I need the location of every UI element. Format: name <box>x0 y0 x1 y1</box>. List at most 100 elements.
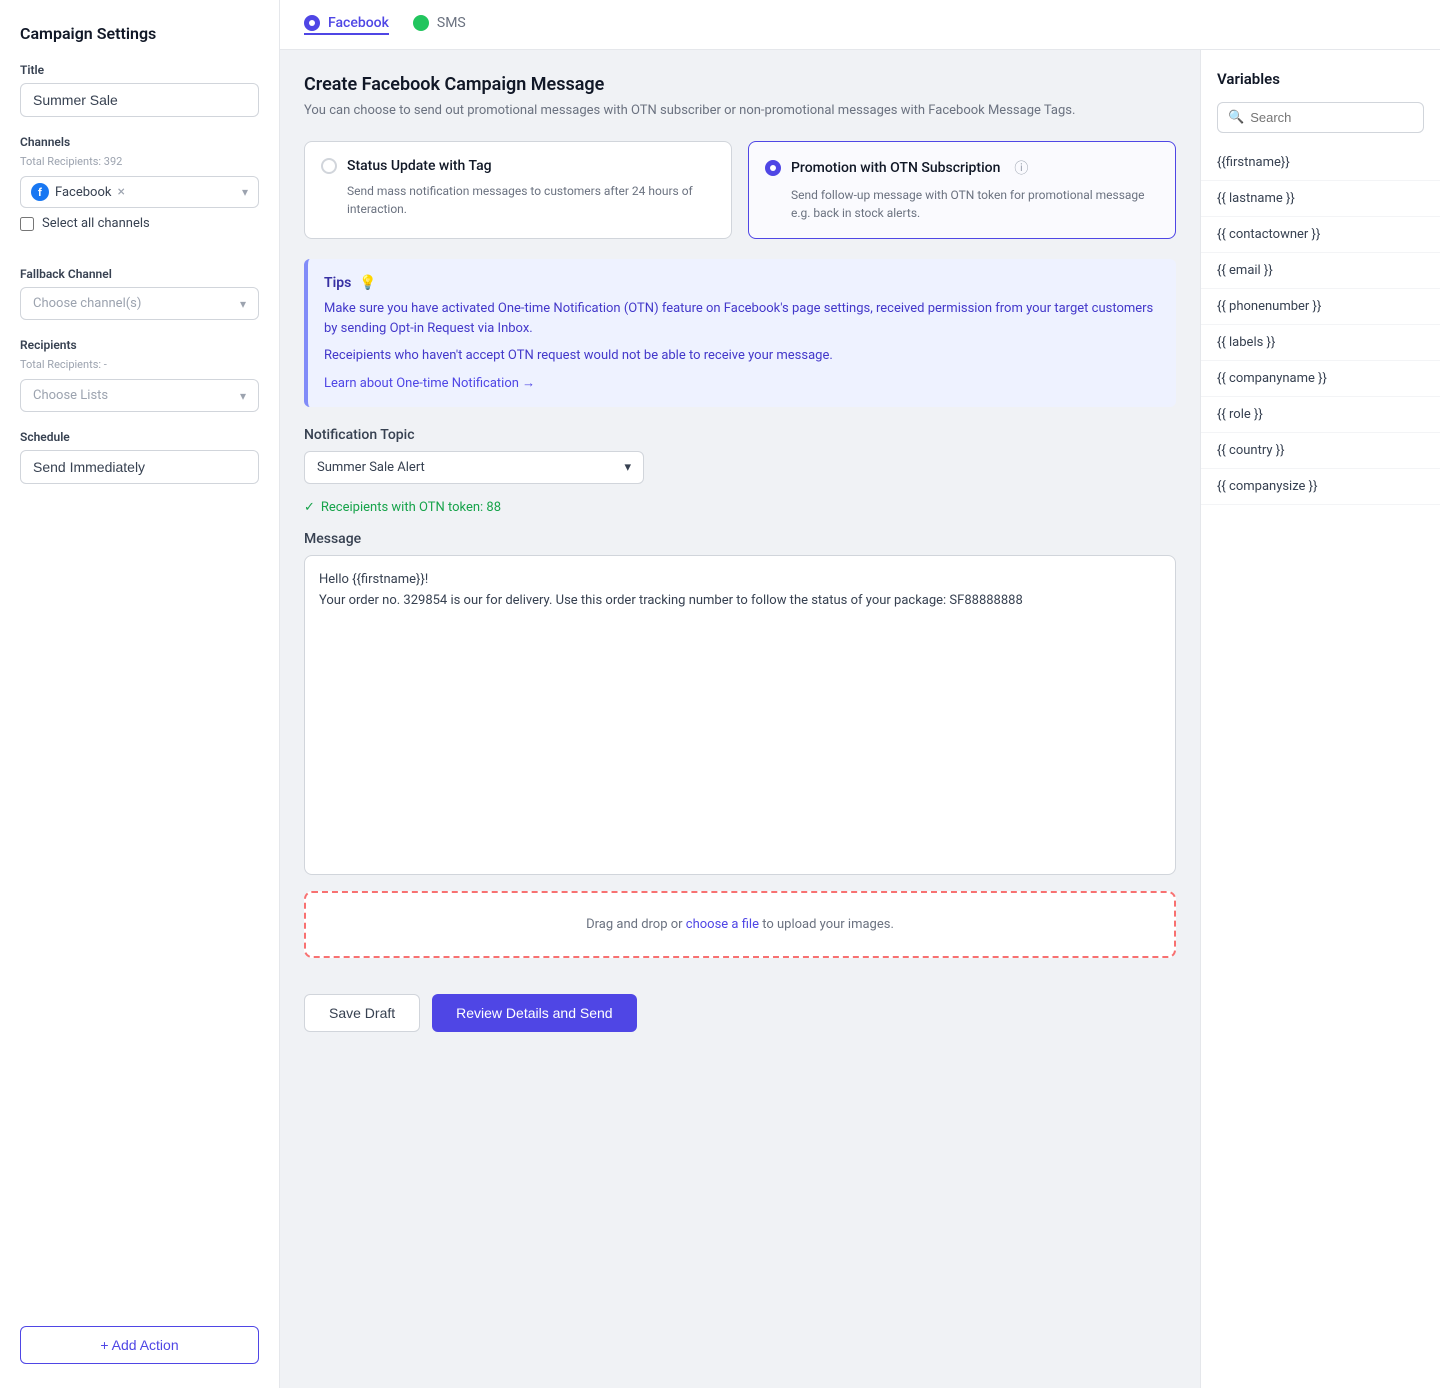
recipients-label: Recipients <box>20 338 259 352</box>
section-title: Create Facebook Campaign Message <box>304 74 1176 95</box>
otn-status: ✓ Receipients with OTN token: 88 <box>304 500 1176 515</box>
radio-status-update <box>321 158 337 174</box>
channel-tag-row[interactable]: f Facebook × ▾ <box>20 176 259 208</box>
tab-sms[interactable]: SMS <box>413 15 466 35</box>
bottom-actions: Save Draft Review Details and Send <box>304 978 1176 1048</box>
schedule-section: Schedule <box>20 430 259 484</box>
type-card-header-otn: Promotion with OTN Subscription ⓘ <box>765 158 1159 178</box>
tips-box: Tips 💡 Make sure you have activated One-… <box>304 259 1176 407</box>
choose-lists-placeholder: Choose Lists <box>33 388 108 403</box>
message-type-cards: Status Update with Tag Send mass notific… <box>304 141 1176 239</box>
variables-search-input[interactable] <box>1250 110 1413 125</box>
message-label: Message <box>304 531 1176 547</box>
upload-link[interactable]: choose a file <box>686 917 759 932</box>
save-draft-label: Save Draft <box>329 1005 395 1021</box>
sidebar: Campaign Settings Title Channels Total R… <box>0 0 280 1388</box>
variable-item-contactowner[interactable]: {{ contactowner }} <box>1201 217 1440 253</box>
tips-header: Tips 💡 <box>324 275 1160 291</box>
section-desc: You can choose to send out promotional m… <box>304 101 1176 121</box>
review-label: Review Details and Send <box>456 1005 612 1021</box>
tab-bar: Facebook SMS <box>280 0 1440 50</box>
type-card-desc-otn: Send follow-up message with OTN token fo… <box>791 186 1159 222</box>
fallback-section: Fallback Channel Choose channel(s) ▾ <box>20 267 259 320</box>
variable-item-companysize[interactable]: {{ companysize }} <box>1201 469 1440 505</box>
select-all-checkbox[interactable] <box>20 217 34 231</box>
type-card-header: Status Update with Tag <box>321 158 715 174</box>
variable-item-firstname[interactable]: {{firstname}} <box>1201 145 1440 181</box>
channel-name: Facebook <box>55 185 111 200</box>
chevron-down-icon: ▾ <box>242 185 248 199</box>
choose-lists-select[interactable]: Choose Lists ▾ <box>20 379 259 412</box>
variable-item-lastname[interactable]: {{ lastname }} <box>1201 181 1440 217</box>
lightbulb-icon: 💡 <box>359 275 376 291</box>
schedule-input[interactable] <box>20 450 259 484</box>
select-all-label: Select all channels <box>42 216 150 231</box>
facebook-tab-label: Facebook <box>328 15 389 31</box>
content-area: Create Facebook Campaign Message You can… <box>280 50 1440 1388</box>
center-panel: Create Facebook Campaign Message You can… <box>280 50 1200 1388</box>
tab-dot-inner <box>309 20 315 26</box>
remove-channel-button[interactable]: × <box>117 184 124 200</box>
topic-value: Summer Sale Alert <box>317 460 425 475</box>
variable-item-phonenumber[interactable]: {{ phonenumber }} <box>1201 289 1440 325</box>
facebook-tab-dot <box>304 15 320 31</box>
variables-title: Variables <box>1201 70 1440 88</box>
message-textarea[interactable]: Hello {{firstname}}! Your order no. 3298… <box>304 555 1176 875</box>
variable-item-role[interactable]: {{ role }} <box>1201 397 1440 433</box>
channels-sub: Total Recipients: 392 <box>20 155 259 168</box>
sidebar-bottom: + Add Action <box>20 1326 259 1364</box>
recipients-section: Recipients Total Recipients: - Choose Li… <box>20 338 259 412</box>
recipients-sub: Total Recipients: - <box>20 358 259 371</box>
tab-facebook[interactable]: Facebook <box>304 15 389 35</box>
type-card-status-update[interactable]: Status Update with Tag Send mass notific… <box>304 141 732 239</box>
review-details-button[interactable]: Review Details and Send <box>432 994 636 1032</box>
type-card-title-otn: Promotion with OTN Subscription <box>791 160 1000 176</box>
tips-link[interactable]: Learn about One-time Notification → <box>324 375 1160 391</box>
variable-item-labels[interactable]: {{ labels }} <box>1201 325 1440 361</box>
notification-topic-select[interactable]: Summer Sale Alert ▾ <box>304 451 644 484</box>
radio-promotion-otn <box>765 160 781 176</box>
info-icon: ⓘ <box>1014 158 1028 178</box>
tips-label: Tips <box>324 275 351 291</box>
variables-list: {{firstname}} {{ lastname }} {{ contacto… <box>1201 145 1440 505</box>
select-all-row: Select all channels <box>20 216 259 231</box>
sms-tab-dot <box>413 15 429 31</box>
variable-item-email[interactable]: {{ email }} <box>1201 253 1440 289</box>
channels-section: Channels Total Recipients: 392 f Faceboo… <box>20 135 259 249</box>
variables-panel: Variables 🔍 {{firstname}} {{ lastname }}… <box>1200 50 1440 1388</box>
check-icon: ✓ <box>304 500 315 515</box>
upload-zone[interactable]: Drag and drop or choose a file to upload… <box>304 891 1176 958</box>
save-draft-button[interactable]: Save Draft <box>304 994 420 1032</box>
upload-suffix: to upload your images. <box>759 917 894 932</box>
type-card-desc-status: Send mass notification messages to custo… <box>347 182 715 218</box>
notification-topic-section: Notification Topic Summer Sale Alert ▾ <box>304 427 1176 484</box>
tips-text-1: Make sure you have activated One-time No… <box>324 299 1160 341</box>
variables-search[interactable]: 🔍 <box>1217 102 1424 133</box>
channel-tag: f Facebook × <box>31 183 242 201</box>
main-content: Facebook SMS Create Facebook Campaign Me… <box>280 0 1440 1388</box>
chevron-down-icon: ▾ <box>240 297 246 311</box>
add-action-button[interactable]: + Add Action <box>20 1326 259 1364</box>
variable-item-country[interactable]: {{ country }} <box>1201 433 1440 469</box>
channels-label: Channels <box>20 135 259 149</box>
facebook-icon: f <box>31 183 49 201</box>
add-action-label: + Add Action <box>100 1337 178 1353</box>
title-input[interactable] <box>20 83 259 117</box>
fallback-placeholder: Choose channel(s) <box>33 296 141 311</box>
variable-item-companyname[interactable]: {{ companyname }} <box>1201 361 1440 397</box>
sms-tab-label: SMS <box>437 15 466 31</box>
otn-status-text: Receipients with OTN token: 88 <box>321 500 501 515</box>
chevron-down-icon: ▾ <box>240 389 246 403</box>
fallback-label: Fallback Channel <box>20 267 259 281</box>
sidebar-title: Campaign Settings <box>20 24 259 43</box>
tips-link-text: Learn about One-time Notification → <box>324 375 535 391</box>
upload-text: Drag and drop or <box>586 917 686 932</box>
fallback-channel-select[interactable]: Choose channel(s) ▾ <box>20 287 259 320</box>
type-card-title-status: Status Update with Tag <box>347 158 492 174</box>
tips-text-2: Receipients who haven't accept OTN reque… <box>324 346 1160 367</box>
title-label: Title <box>20 63 259 77</box>
schedule-label: Schedule <box>20 430 259 444</box>
chevron-down-icon: ▾ <box>624 460 631 475</box>
type-card-promotion-otn[interactable]: Promotion with OTN Subscription ⓘ Send f… <box>748 141 1176 239</box>
search-icon: 🔍 <box>1228 110 1244 125</box>
